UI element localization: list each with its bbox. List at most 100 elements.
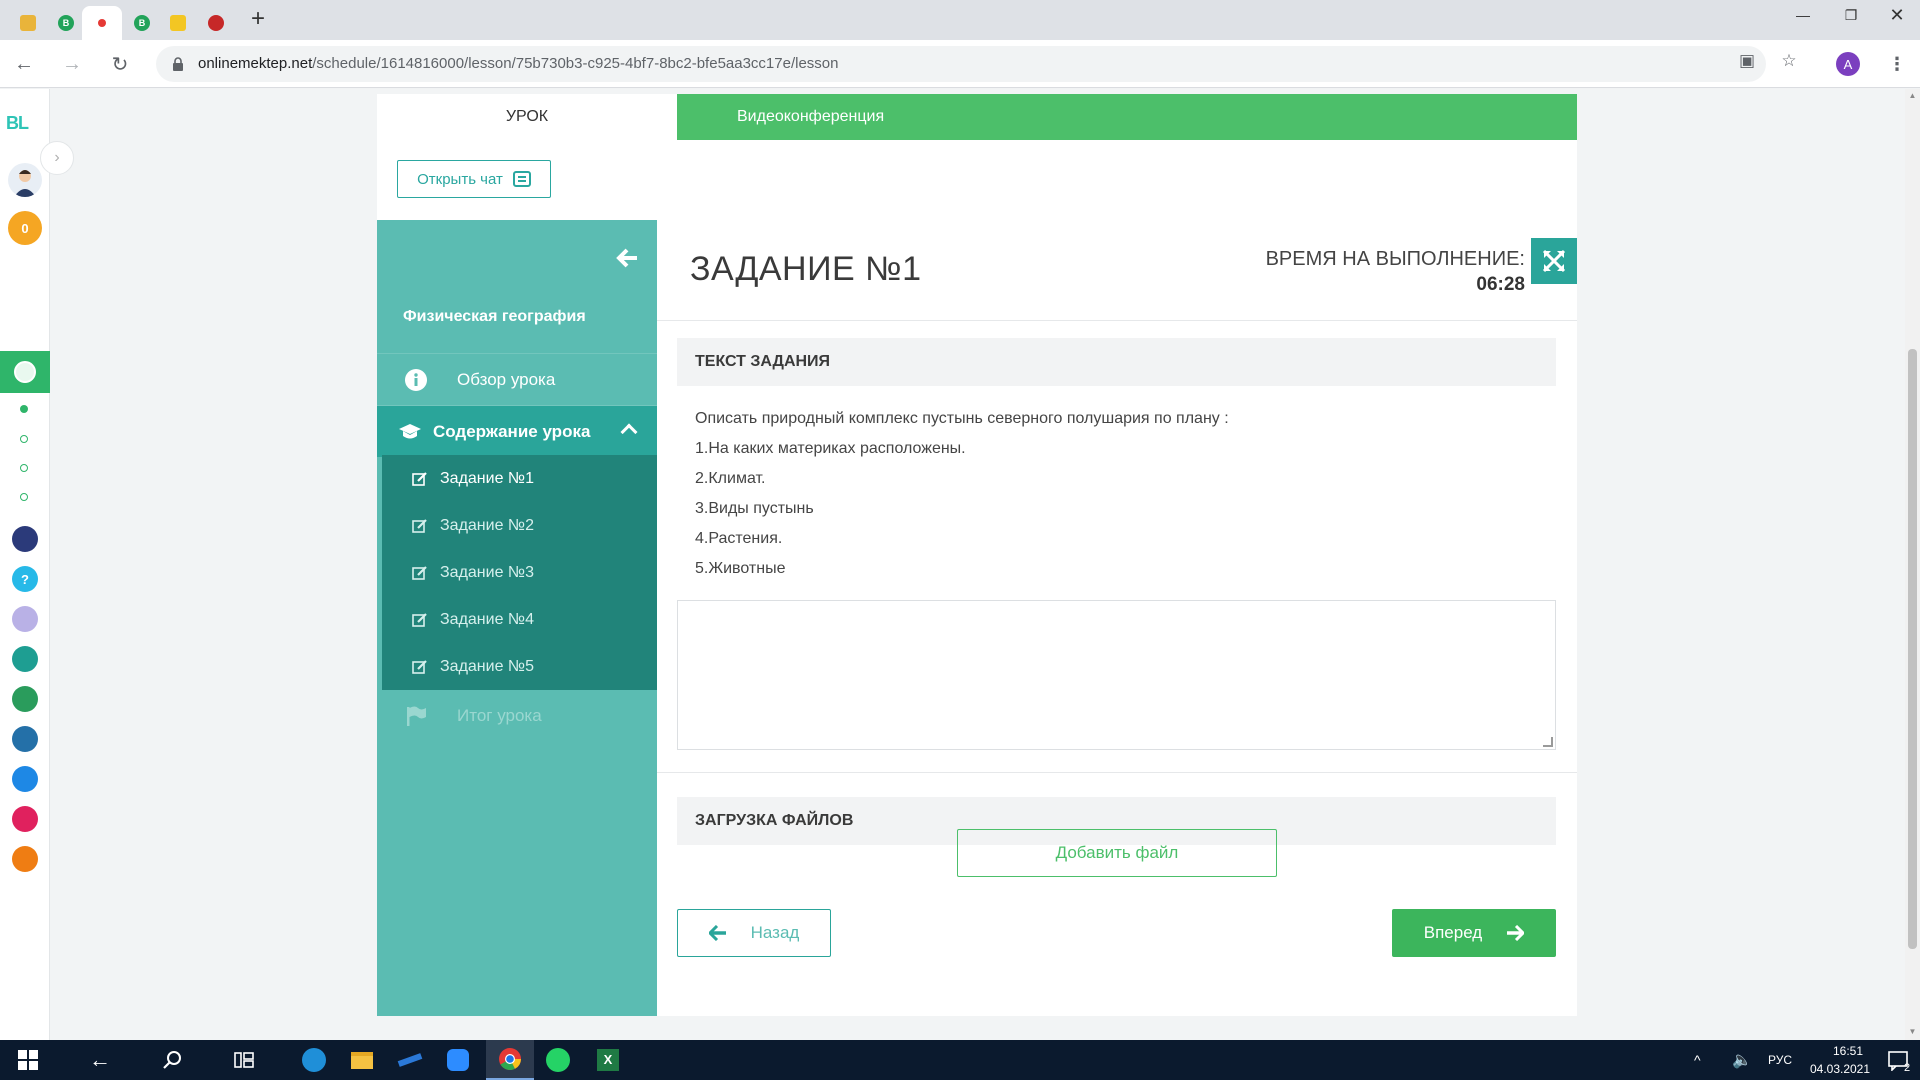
zoom-icon[interactable] [434,1040,482,1080]
resize-handle-icon[interactable] [1543,737,1553,747]
pen-app-icon[interactable] [386,1040,434,1080]
checklist-app-icon[interactable] [12,766,38,792]
rail-app-online-mektep[interactable] [0,351,50,393]
task-item-5[interactable]: Задание №5 [382,643,657,690]
app-rail: BL 0 ? [0,89,50,1040]
task-text-header: Текст задания [677,338,1556,386]
bilim-land-icon[interactable] [12,686,38,712]
task-item-label: Задание №1 [440,469,534,487]
edge-icon[interactable] [290,1040,338,1080]
tab-favicon-icon: B [134,15,150,31]
task-content: Задание №1 Время на выполнение: 06:28 Те… [657,220,1577,1016]
browser-tab[interactable] [198,6,234,40]
task-item-1[interactable]: Задание №1 [382,455,657,502]
lesson-card: Открыть чат Физическая география Обзор у… [377,140,1577,1016]
windows-start-icon[interactable] [4,1040,52,1080]
task-text-line: 5.Животные [695,560,786,577]
menu-kebab-icon[interactable]: ⋮ [1888,52,1906,76]
bookmark-star-icon[interactable]: ☆ [1778,50,1800,72]
forward-icon[interactable]: → [58,50,86,78]
tab-videoconference[interactable]: Видеоконференция [677,94,1577,140]
browser-tab[interactable] [160,6,196,40]
browser-tab[interactable]: B [48,6,84,40]
back-icon[interactable]: ← [10,50,38,78]
step-dot-icon [20,464,28,472]
browser-tab-active[interactable] [82,6,122,40]
whatsapp-icon[interactable] [534,1040,582,1080]
url-host: onlinemektep.net [198,55,313,72]
edit-icon [412,565,427,580]
notifications-icon[interactable]: 2 [1874,1040,1920,1080]
back-button[interactable]: Назад [677,909,831,957]
task-view-icon[interactable] [220,1040,268,1080]
excel-icon[interactable]: X [584,1040,632,1080]
camera-icon[interactable]: ▣ [1736,50,1758,72]
taskbar-back-icon[interactable]: ← [76,1040,124,1080]
open-chat-label: Открыть чат [417,170,503,188]
browser-tab[interactable] [10,6,46,40]
rail-expand-icon[interactable]: › [40,141,74,175]
task-item-3[interactable]: Задание №3 [382,549,657,596]
browser-tab-strip: B B + — ❐ ✕ [0,0,1920,40]
language-indicator[interactable]: РУС [1768,1053,1792,1067]
address-bar[interactable]: onlinemektep.net/schedule/1614816000/les… [156,46,1766,82]
chrome-icon[interactable] [486,1040,534,1080]
url-path: /schedule/1614816000/lesson/75b730b3-c92… [312,55,839,72]
sidebar-item-overview[interactable]: Обзор урока [377,353,657,405]
clock-time[interactable]: 16:51 [1818,1044,1878,1058]
collapse-arrow-icon[interactable] [615,246,639,270]
divider [657,772,1577,773]
arrow-left-icon [708,925,726,941]
orange-app-icon[interactable] [12,846,38,872]
smart-nation-icon[interactable] [12,526,38,552]
task-text-line: 1.На каких материках расположены. [695,440,966,457]
page-viewport: BL 0 ? › Урок Видеоконференция Откр [0,89,1920,1040]
file-explorer-icon[interactable] [338,1040,386,1080]
volume-icon[interactable]: 🔈 [1732,1050,1752,1070]
tab-favicon-icon [20,15,36,31]
tray-chevron-icon[interactable]: ^ [1694,1052,1701,1068]
answer-textarea[interactable] [677,600,1556,750]
twig-app-icon[interactable] [12,806,38,832]
keyboard-app-icon[interactable] [12,606,38,632]
clock-date[interactable]: 04.03.2021 [1800,1062,1880,1076]
sidebar-item-label: Содержание урока [433,421,591,441]
chat-icon [512,171,531,187]
open-chat-button[interactable]: Открыть чат [397,160,551,198]
user-avatar[interactable] [8,163,42,197]
timer-value: 06:28 [1476,274,1525,295]
next-button[interactable]: Вперед [1392,909,1556,957]
task-text: Описать природный комплекс пустынь север… [695,404,1535,584]
close-window-icon[interactable]: ✕ [1874,0,1920,30]
browser-tab[interactable]: B [124,6,160,40]
bilim-book-icon[interactable] [12,726,38,752]
tab-lesson[interactable]: Урок [377,94,677,140]
task-text-line: 3.Виды пустынь [695,500,814,517]
help-icon[interactable]: ? [12,566,38,592]
page-scrollbar[interactable]: ▲ ▼ [1905,89,1920,1040]
profile-avatar[interactable]: A [1836,52,1860,76]
search-icon[interactable] [148,1040,196,1080]
points-badge[interactable]: 0 [8,211,42,245]
scroll-down-icon[interactable]: ▼ [1908,1027,1917,1037]
rail-logo[interactable]: BL [6,113,29,134]
scroll-thumb[interactable] [1908,349,1917,949]
add-file-button[interactable]: Добавить файл [957,829,1277,877]
task-item-2[interactable]: Задание №2 [382,502,657,549]
reload-icon[interactable]: ↻ [106,50,134,78]
edit-icon [412,659,427,674]
url-text: onlinemektep.net/schedule/1614816000/les… [198,46,839,82]
sidebar-item-summary[interactable]: Итог урока [377,690,657,742]
step-dot-icon [20,405,28,413]
sidebar-item-label: Обзор урока [457,369,556,389]
task-item-4[interactable]: Задание №4 [382,596,657,643]
restore-icon[interactable]: ❐ [1828,0,1874,30]
sidebar-item-label: Итог урока [457,706,542,725]
bilim-media-icon[interactable] [12,646,38,672]
scroll-up-icon[interactable]: ▲ [1908,91,1917,101]
minimize-icon[interactable]: — [1780,0,1826,30]
tab-favicon-icon [208,15,224,31]
fullscreen-button[interactable] [1531,238,1577,284]
new-tab-button[interactable]: + [246,7,270,32]
sidebar-item-content[interactable]: Содержание урока [377,405,657,457]
